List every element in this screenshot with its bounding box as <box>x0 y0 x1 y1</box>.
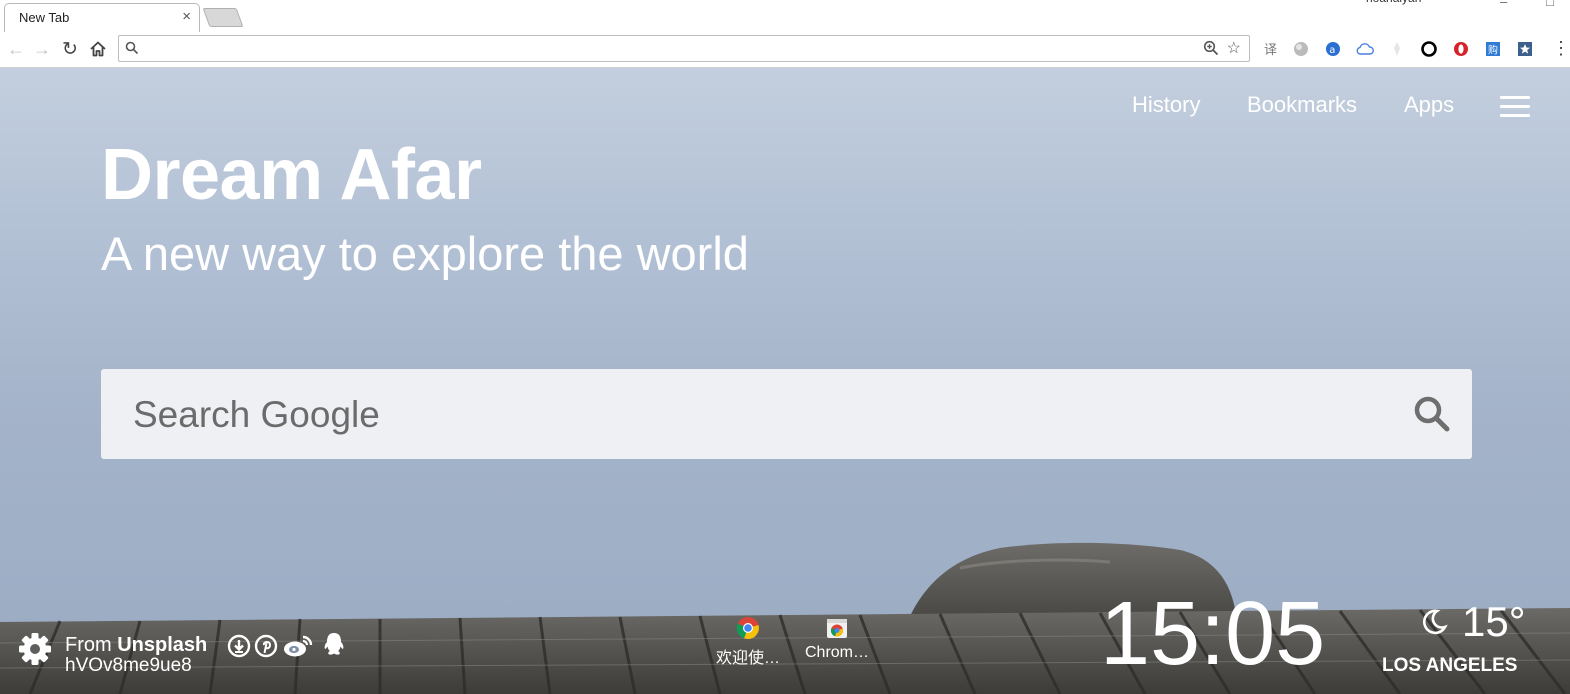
credit-from: From <box>65 634 118 656</box>
browser-menu-icon[interactable]: ⋮ <box>1552 38 1570 59</box>
settings-gear-icon[interactable] <box>18 632 52 666</box>
nav-bookmarks-link[interactable]: Bookmarks <box>1247 92 1357 118</box>
star-extension-icon[interactable] <box>1516 40 1534 58</box>
profile-name[interactable]: noahaiyan <box>1366 0 1421 5</box>
circle-extension-icon[interactable] <box>1420 40 1438 58</box>
opera-extension-icon[interactable] <box>1452 40 1470 58</box>
search-input[interactable] <box>131 387 1395 443</box>
maximize-button[interactable]: □ <box>1546 0 1554 9</box>
shortcut-welcome[interactable]: 欢迎使… <box>703 616 793 668</box>
tab-strip: New Tab × noahaiyan – □ <box>0 0 1570 32</box>
nav-apps-link[interactable]: Apps <box>1404 92 1454 118</box>
chrome-icon <box>736 617 759 640</box>
search-icon <box>125 41 139 55</box>
back-button[interactable]: ← <box>4 36 28 62</box>
cloud-extension-icon[interactable] <box>1356 40 1374 58</box>
shortcut-label: 欢迎使… <box>715 650 780 667</box>
shop-extension-icon[interactable]: 购 <box>1484 40 1502 58</box>
tab-close-icon[interactable]: × <box>182 8 191 25</box>
moon-icon <box>1422 609 1448 635</box>
zoom-icon[interactable] <box>1203 40 1219 56</box>
tab-title: New Tab <box>19 10 70 25</box>
omnibox[interactable]: ☆ <box>118 35 1250 62</box>
search-icon[interactable] <box>1412 394 1452 434</box>
credit-source-link[interactable]: Unsplash <box>117 634 207 656</box>
browser-toolbar: ← → ↻ ☆ 译 a 购 ⋮ <box>0 32 1570 68</box>
photo-credit: From Unsplash <box>65 634 207 657</box>
chrome-webstore-icon <box>827 619 847 638</box>
svg-text:购: 购 <box>1488 44 1498 57</box>
new-tab-page: History Bookmarks Apps Dream Afar A new … <box>0 68 1570 694</box>
forward-button[interactable]: → <box>30 36 54 62</box>
shortcut-label: Chrom… <box>804 644 869 661</box>
search-box <box>101 369 1472 459</box>
tab-new-tab[interactable]: New Tab × <box>4 3 200 32</box>
weibo-icon[interactable] <box>282 634 314 658</box>
weather-city: LOS ANGELES <box>1382 655 1518 676</box>
temperature: 15° <box>1462 598 1526 645</box>
photo-id[interactable]: hVOv8me9ue8 <box>65 655 192 677</box>
qq-icon[interactable] <box>320 631 348 659</box>
translate-icon[interactable]: 译 <box>1262 40 1280 58</box>
shortcut-chrome-store[interactable]: Chrom… <box>792 616 882 662</box>
home-icon <box>90 41 106 57</box>
menu-icon[interactable] <box>1500 96 1530 118</box>
page-title: Dream Afar <box>101 135 482 215</box>
home-button[interactable] <box>86 36 110 62</box>
minimize-button[interactable]: – <box>1500 0 1507 9</box>
svg-text:译: 译 <box>1264 43 1277 57</box>
pin-extension-icon[interactable] <box>1388 40 1406 58</box>
pinterest-icon[interactable] <box>254 634 278 658</box>
download-icon[interactable] <box>227 634 251 658</box>
nav-history-link[interactable]: History <box>1132 92 1200 118</box>
reload-button[interactable]: ↻ <box>58 36 82 62</box>
a-extension-icon[interactable]: a <box>1324 40 1342 58</box>
clock: 15:05 <box>1100 584 1326 684</box>
address-input[interactable] <box>147 38 1211 61</box>
bookmark-star-icon[interactable]: ☆ <box>1227 38 1241 58</box>
svg-text:a: a <box>1329 45 1335 56</box>
page-subtitle: A new way to explore the world <box>101 227 749 280</box>
globe-extension-icon[interactable] <box>1292 40 1310 58</box>
new-tab-button[interactable] <box>202 8 244 27</box>
